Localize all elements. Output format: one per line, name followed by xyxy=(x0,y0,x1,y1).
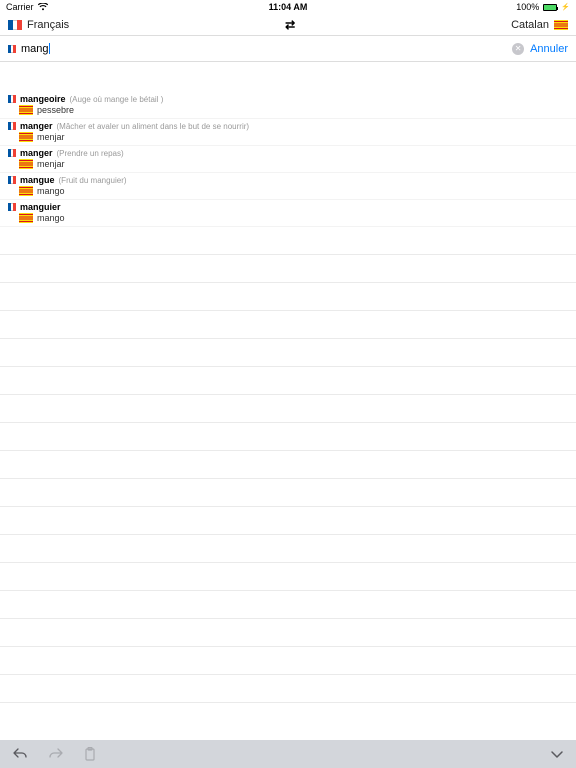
empty-row xyxy=(0,395,576,423)
search-row: mang ✕ Annuler xyxy=(0,36,576,62)
catalan-flag-icon xyxy=(19,132,33,142)
empty-row xyxy=(0,311,576,339)
carrier-label: Carrier xyxy=(6,2,34,12)
language-header: Français ⇄ Catalan xyxy=(0,14,576,36)
catalan-flag-icon xyxy=(19,186,33,196)
source-word: manger xyxy=(20,121,53,131)
hint-text: (Auge où mange le bétail ) xyxy=(70,95,164,104)
redo-button[interactable] xyxy=(48,748,64,760)
empty-row xyxy=(0,675,576,703)
results-list: mangeoire (Auge où mange le bétail ) pess… xyxy=(0,92,576,227)
french-flag-icon xyxy=(8,149,16,157)
target-word: mango xyxy=(37,186,65,196)
source-word: manguier xyxy=(20,202,61,212)
empty-row xyxy=(0,255,576,283)
french-flag-icon xyxy=(8,95,16,103)
target-language-label: Catalan xyxy=(511,19,549,31)
empty-row xyxy=(0,535,576,563)
target-word: menjar xyxy=(37,159,65,169)
catalan-flag-icon xyxy=(19,213,33,223)
charging-icon: ⚡ xyxy=(561,3,570,11)
source-word: manger xyxy=(20,148,53,158)
french-flag-icon xyxy=(8,20,22,30)
wifi-icon xyxy=(38,3,48,11)
source-language[interactable]: Français xyxy=(8,19,69,31)
empty-row xyxy=(0,367,576,395)
list-item[interactable]: manger (Mâcher et avaler un aliment dans … xyxy=(0,119,576,146)
text-cursor xyxy=(49,43,50,54)
search-flag-icon xyxy=(8,45,16,53)
hint-text: (Mâcher et avaler un aliment dans le but… xyxy=(57,122,250,131)
list-item[interactable]: mangeoire (Auge où mange le bétail ) pess… xyxy=(0,92,576,119)
target-word: menjar xyxy=(37,132,65,142)
source-word: mangue xyxy=(20,175,55,185)
hint-text: (Fruit du manguier) xyxy=(59,176,127,185)
target-word: pessebre xyxy=(37,105,74,115)
cancel-button[interactable]: Annuler xyxy=(530,43,568,55)
french-flag-icon xyxy=(8,176,16,184)
empty-rows xyxy=(0,227,576,703)
empty-row xyxy=(0,227,576,255)
empty-row xyxy=(0,451,576,479)
list-item[interactable]: manger (Prendre un repas) menjar xyxy=(0,146,576,173)
paste-button[interactable] xyxy=(84,747,96,761)
target-language[interactable]: Catalan xyxy=(511,19,568,31)
empty-row xyxy=(0,619,576,647)
french-flag-icon xyxy=(8,122,16,130)
empty-row xyxy=(0,479,576,507)
empty-row xyxy=(0,647,576,675)
empty-row xyxy=(0,423,576,451)
battery-percent: 100% xyxy=(516,2,539,12)
spacer xyxy=(0,62,576,92)
clear-search-button[interactable]: ✕ xyxy=(512,43,524,55)
swap-languages-button[interactable]: ⇄ xyxy=(285,18,295,32)
empty-row xyxy=(0,283,576,311)
hint-text: (Prendre un repas) xyxy=(57,149,124,158)
clock: 11:04 AM xyxy=(269,2,308,12)
empty-row xyxy=(0,507,576,535)
french-flag-icon xyxy=(8,203,16,211)
hide-keyboard-button[interactable] xyxy=(550,749,564,759)
catalan-flag-icon xyxy=(19,159,33,169)
battery-icon xyxy=(543,4,557,11)
undo-button[interactable] xyxy=(12,748,28,760)
catalan-flag-icon xyxy=(554,20,568,30)
status-bar: Carrier 11:04 AM 100% ⚡ xyxy=(0,0,576,14)
catalan-flag-icon xyxy=(19,105,33,115)
empty-row xyxy=(0,339,576,367)
search-input[interactable]: mang xyxy=(21,43,49,55)
list-item[interactable]: mangue (Fruit du manguier) mango xyxy=(0,173,576,200)
empty-row xyxy=(0,563,576,591)
source-word: mangeoire xyxy=(20,94,66,104)
source-language-label: Français xyxy=(27,19,69,31)
keyboard-toolbar xyxy=(0,740,576,768)
target-word: mango xyxy=(37,213,65,223)
list-item[interactable]: manguier mango xyxy=(0,200,576,227)
empty-row xyxy=(0,591,576,619)
